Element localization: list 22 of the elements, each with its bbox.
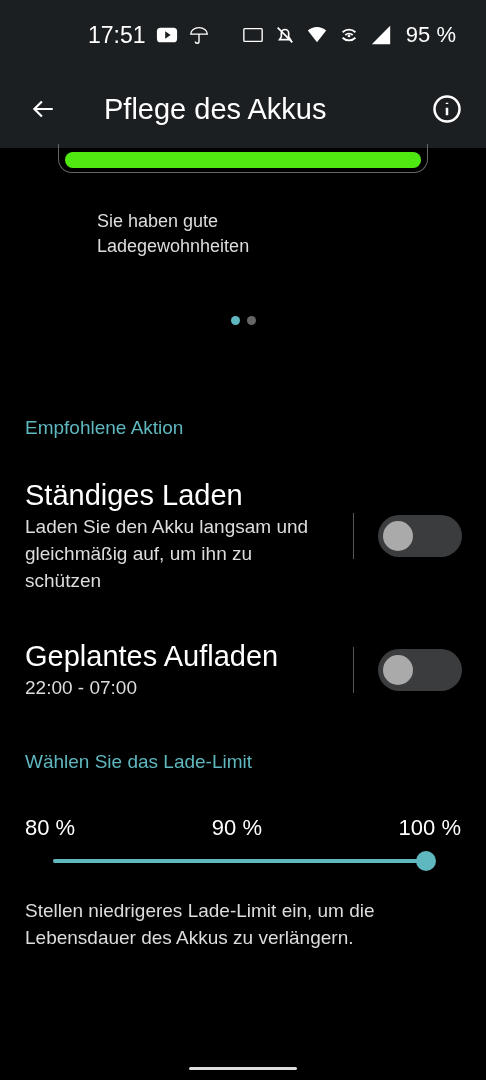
hint-text: Stellen niedrigeres Lade-Limit ein, um die Lebensdauer des Akkus zu verlängern. [25, 899, 376, 950]
setting-title: Geplantes Aufladen [25, 639, 280, 674]
toggle-switch[interactable] [378, 648, 462, 691]
section-header: Empfohlene Aktion [25, 417, 185, 439]
slider-tick-label: 90 % [211, 815, 262, 841]
page-indicator-dot[interactable] [246, 316, 256, 325]
health-message: Sie haben gute Ladegewohnheiten [97, 210, 251, 258]
slider-tick-label: 100 % [398, 815, 461, 841]
page-title: Pflege des Akkus [104, 92, 328, 126]
setting-description: 22:00 - 07:00 [25, 676, 138, 700]
page-indicator-dot[interactable] [230, 316, 240, 325]
signal-icon [369, 24, 392, 46]
setting-title: Ständiges Laden [25, 478, 244, 513]
slider-thumb[interactable] [416, 851, 436, 871]
setting-description: Laden Sie den Akku langsam und gleichmäßig auf, um ihn zu schützen [25, 515, 310, 593]
slider-tick-label: 80 % [25, 815, 76, 841]
battery-percentage: 95 % [405, 22, 456, 48]
info-button[interactable] [432, 94, 462, 124]
status-time: 17:51 [88, 21, 146, 49]
toggle-switch[interactable] [378, 514, 462, 557]
section-header: Wählen Sie das Lade-Limit [25, 751, 254, 773]
umbrella-icon [187, 24, 210, 46]
